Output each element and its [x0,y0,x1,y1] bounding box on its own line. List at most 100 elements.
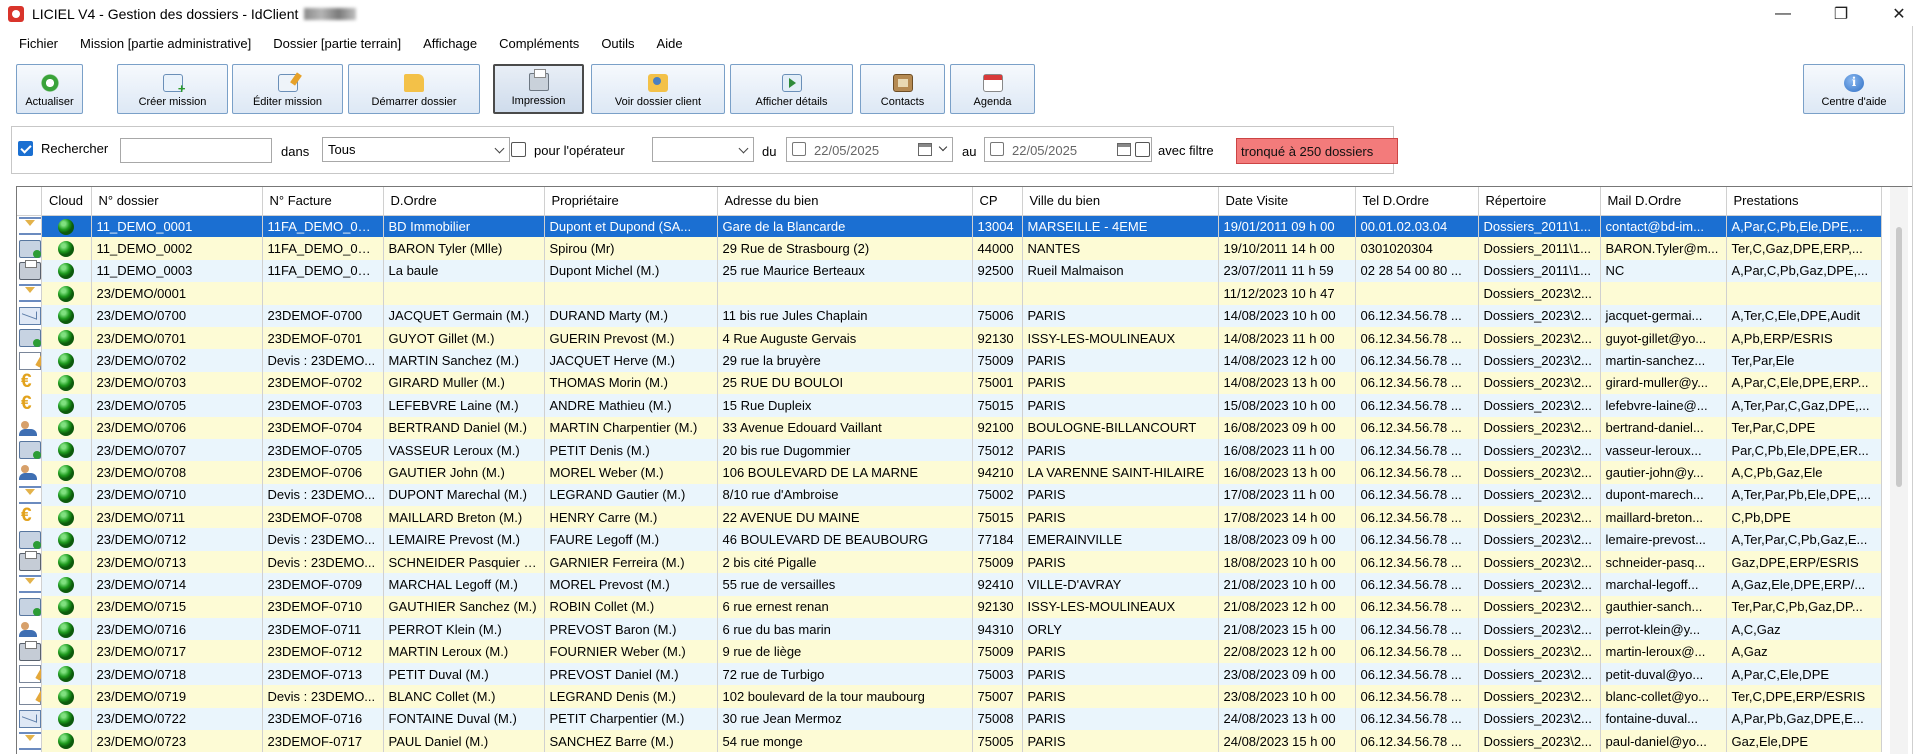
col-header-repertoire[interactable]: Répertoire [1478,187,1601,216]
table-row[interactable]: 23/DEMO/0710 Devis : 23DEMO... DUPONT Mare… [17,483,1882,507]
col-header-dordre[interactable]: D.Ordre [383,187,545,216]
cloud-cell [41,729,92,753]
col-header-facture[interactable]: N° Facture [262,187,384,216]
computer-icon [19,597,40,616]
start-folder-button[interactable]: Démarrer dossier [348,64,480,114]
col-header-mail[interactable]: Mail D.Ordre [1600,187,1727,216]
cell-cp: 75003 [972,662,1023,686]
maximize-button[interactable]: ❐ [1812,0,1870,28]
col-header-ville[interactable]: Ville du bien [1022,187,1219,216]
table-row[interactable]: 23/DEMO/0701 23DEMOF-0701 GUYOT Gillet (M.… [17,326,1882,350]
operator-checkbox[interactable] [511,142,526,157]
cell-prestations: A,Par,C,Ele,DPE,ERP... [1726,371,1882,395]
col-header-dossier[interactable]: N° dossier [91,187,263,216]
cell-dordre: GAUTIER John (M.) [383,461,545,484]
cell-date: 19/10/2011 14 h 00 [1218,237,1356,260]
search-scope-select[interactable]: Tous [322,137,510,162]
print-button[interactable]: Impression [493,64,584,114]
cloud-globe-icon [58,621,74,638]
search-enabled-checkbox[interactable] [18,141,33,156]
to-date-checkbox[interactable] [990,142,1004,156]
to-date-picker[interactable]: 22/05/2025 [984,137,1152,162]
table-row[interactable]: 23/DEMO/0716 23DEMOF-0711 PERROT Klein (M.… [17,618,1882,641]
menu-complements[interactable]: Compléments [480,36,590,51]
menu-outils[interactable]: Outils [582,36,645,51]
table-row[interactable]: 23/DEMO/0723 23DEMOF-0717 PAUL Daniel (M.)… [17,729,1882,753]
col-header-adresse[interactable]: Adresse du bien [717,187,973,216]
operator-select[interactable] [652,137,754,162]
table-row[interactable]: 23/DEMO/0715 23DEMOF-0710 GAUTHIER Sanchez… [17,595,1882,619]
from-date-checkbox[interactable] [792,142,806,156]
vertical-scrollbar[interactable] [1890,187,1908,754]
close-button[interactable]: ✕ [1870,0,1928,28]
client-folder-button[interactable]: Voir dossier client [591,64,725,114]
table-row[interactable]: 23/DEMO/0714 23DEMOF-0709 MARCHAL Legoff (… [17,573,1882,596]
table-row[interactable]: 23/DEMO/070523DEMOF-0703LEFEBVRE Laine (… [17,394,1882,417]
cell-tel: 06.12.34.56.78 ... [1355,618,1479,641]
cell-cp: 94210 [972,461,1023,484]
cloud-cell [41,707,92,730]
table-row[interactable]: 23/DEMO/0707 23DEMOF-0705 VASSEUR Leroux (… [17,438,1882,462]
cell-tel: 06.12.34.56.78 ... [1355,304,1479,327]
table-row[interactable]: 23/DEMO/0001 11/12/2023 10 h 47 Dossiers_2… [17,282,1882,305]
help-center-button[interactable]: Centre d'aide [1803,64,1905,114]
table-row[interactable]: 23/DEMO/0700 23DEMOF-0700 JACQUET Germain … [17,304,1882,327]
edit-mission-button[interactable]: Éditer mission [232,64,343,114]
table-row[interactable]: 11_DEMO_0001 11FA_DEMO_0001 BD Immobilier D… [17,215,1882,238]
cell-dossier: 23/DEMO/0705 [91,394,263,417]
table-row[interactable]: 23/DEMO/071123DEMOF-0708MAILLARD Breton … [17,506,1882,529]
cloud-cell [41,326,92,350]
menu-affichage[interactable]: Affichage [404,36,488,51]
cell-prestations: A,C,Gaz [1726,618,1882,641]
col-header-cp[interactable]: CP [972,187,1023,216]
table-row[interactable]: 23/DEMO/0706 23DEMOF-0704 BERTRAND Daniel … [17,416,1882,439]
new-mission-button[interactable]: Créer mission [117,64,228,114]
menu-dossier[interactable]: Dossier [partie terrain] [254,36,412,51]
cell-proprietaire [544,282,718,305]
col-header-proprietaire[interactable]: Propriétaire [544,187,718,216]
contacts-button[interactable]: Contacts [860,64,945,114]
cell-mail: martin-leroux@... [1600,640,1727,663]
from-date-picker[interactable]: 22/05/2025 [786,137,953,162]
minimize-button[interactable]: — [1754,0,1812,28]
cell-cp: 75009 [972,640,1023,663]
cell-ville: ISSY-LES-MOULINEAUX [1022,595,1219,619]
menu-mission[interactable]: Mission [partie administrative] [61,36,262,51]
cell-mail: gautier-john@y... [1600,461,1727,484]
details-label: Afficher détails [755,96,828,108]
cell-repertoire: Dossiers_2023\2... [1478,326,1601,350]
details-button[interactable]: Afficher détails [730,64,853,114]
table-row[interactable]: 23/DEMO/0708 23DEMOF-0706 GAUTIER John (M.… [17,461,1882,484]
agenda-button[interactable]: Agenda [950,64,1035,114]
table-row[interactable]: 23/DEMO/0713 Devis : 23DEMO... SCHNEIDER P… [17,550,1882,574]
from-date-value: 22/05/2025 [814,143,880,158]
col-header-prestations[interactable]: Prestations [1726,187,1882,216]
row-status-cell [17,215,42,238]
col-header-icon[interactable] [17,187,42,216]
cell-ville: Rueil Malmaison [1022,259,1219,283]
filter-checkbox[interactable] [1135,142,1150,157]
table-row[interactable]: 23/DEMO/0702 Devis : 23DEMO... MARTIN Sanc… [17,349,1882,372]
cell-date: 23/07/2011 11 h 59 [1218,259,1356,283]
cell-adresse: 22 AVENUE DU MAINE [717,506,973,529]
col-header-cloud[interactable]: Cloud [41,187,92,216]
cell-proprietaire: LEGRAND Gautier (M.) [544,483,718,507]
table-row[interactable]: 23/DEMO/0712 Devis : 23DEMO... LEMAIRE Pre… [17,528,1882,551]
menu-fichier[interactable]: Fichier [0,36,69,51]
col-header-date-visite[interactable]: Date Visite [1218,187,1356,216]
col-header-tel[interactable]: Tel D.Ordre [1355,187,1479,216]
scrollbar-thumb[interactable] [1896,227,1902,487]
persons-icon [19,463,40,481]
table-row[interactable]: 23/DEMO/070323DEMOF-0702GIRARD Muller (M… [17,371,1882,395]
table-row[interactable]: 23/DEMO/0722 23DEMOF-0716 FONTAINE Duval (… [17,707,1882,730]
table-row[interactable]: 23/DEMO/0719 Devis : 23DEMO... BLANC Colle… [17,685,1882,708]
cell-ville: PARIS [1022,707,1219,730]
table-row[interactable]: 11_DEMO_0002 11FA_DEMO_0002 BARON Tyler (M… [17,237,1882,260]
table-row[interactable]: 11_DEMO_0003 11FA_DEMO_0003 La baule Dupont… [17,259,1882,283]
cloud-globe-icon [58,263,74,280]
search-input[interactable] [120,138,272,163]
menu-aide[interactable]: Aide [638,36,694,51]
refresh-button[interactable]: Actualiser [16,64,83,114]
table-row[interactable]: 23/DEMO/0717 23DEMOF-0712 MARTIN Leroux (M… [17,640,1882,663]
table-row[interactable]: 23/DEMO/0718 23DEMOF-0713 PETIT Duval (M.)… [17,662,1882,686]
